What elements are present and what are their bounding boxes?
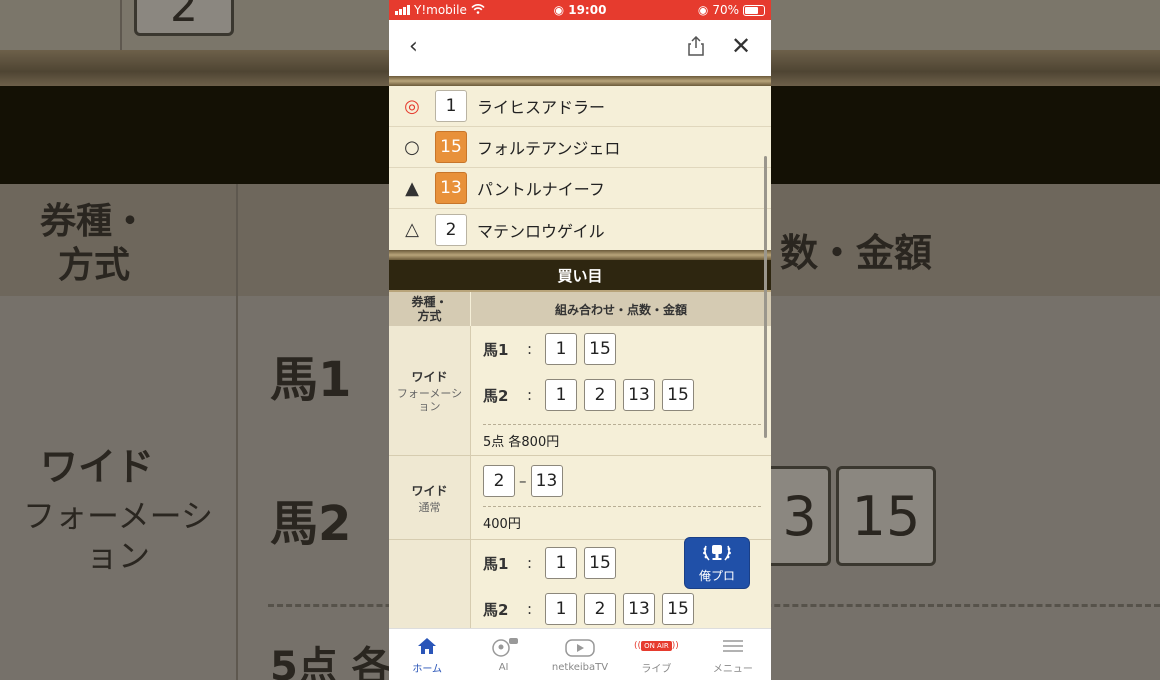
horse-number: 13 [435,172,467,204]
table-row: ワイド フォーメーシ ョン 馬1 : 1 15 馬2 : 1 2 13 15 5… [389,326,771,456]
number-box: 2 [584,379,616,411]
hamburger-icon [722,634,744,658]
divider [389,250,771,260]
kaime-title: 買い目 [389,260,771,292]
number-box: 2 [483,465,515,497]
circle-mark: ○ [404,136,420,158]
triangle-mark: ▲ [405,177,419,199]
ai-head-icon [489,636,519,660]
number-box: 2 [584,593,616,625]
tab-netkeibatv[interactable]: netkeibaTV [542,629,618,680]
kaime-table: ワイド フォーメーシ ョン 馬1 : 1 15 馬2 : 1 2 13 15 5… [389,326,771,650]
tab-ai[interactable]: AI [465,629,541,680]
horse2-line: 馬2 : 1 2 13 15 [483,372,761,418]
phone-screen: Y!mobile ◉ 19:00 ◉ 70% ‹ ✕ ◎ 1 ライヒスアドラー … [389,0,771,680]
alarm-icon: ◉ [553,3,569,17]
play-icon [565,636,595,660]
bg-bet-type: ワイド [40,445,155,489]
close-icon[interactable]: ✕ [731,32,751,60]
tab-menu[interactable]: メニュー [695,629,771,680]
number-box: 1 [545,333,577,365]
number-box: 13 [530,465,563,497]
number-box: 15 [662,593,694,625]
horse-row: ◎ 1 ライヒスアドラー [389,86,771,127]
tab-home[interactable]: ホーム [389,629,465,680]
home-icon [417,634,437,658]
double-circle-mark: ◎ [404,95,420,117]
bg-header-col2: 数・金額 [780,231,933,275]
number-box: 1 [545,593,577,625]
tab-live[interactable]: ((ON AIR)) ライブ [618,629,694,680]
number-box: 1 [545,379,577,411]
bg-header-col1: 券種・ 方式 [40,201,149,286]
horse-name[interactable]: マテンロウゲイル [477,218,605,242]
tab-bar: ホーム AI netkeibaTV ((ON AIR)) ライブ メニュー [389,628,771,680]
kaime-table-header: 券種・ 方式 組み合わせ・点数・金額 [389,292,771,326]
clock: ◉ 19:00 [553,3,607,17]
horse-number: 15 [435,131,467,163]
horse-name[interactable]: パントルナイーフ [477,176,605,200]
bet-type: ワイド [411,483,448,498]
col-combo-header: 組み合わせ・点数・金額 [554,302,687,317]
combo-line: 2 – 13 [483,456,761,506]
horse2-line: 馬2 : 1 2 13 15 [483,586,761,632]
horse-number: 1 [435,90,467,122]
bet-amount: 5点 各800円 [483,424,761,456]
horse-row: △ 2 マテンロウゲイル [389,209,771,250]
orepro-button[interactable]: 俺プロ [684,537,750,589]
bg-horse1-label: 馬1 [270,352,352,408]
horse-row: ▲ 13 パントルナイーフ [389,168,771,209]
laurel-trophy-icon [700,542,734,567]
table-row: ワイド 通常 2 – 13 400円 [389,456,771,540]
scrollbar[interactable] [764,156,767,438]
bg-amount: 5点 各 [270,644,392,680]
bg-horse2-label: 馬2 [270,496,352,552]
number-box: 1 [545,547,577,579]
bet-amount: 400円 [483,506,761,538]
share-icon[interactable] [687,35,705,60]
open-triangle-mark: △ [405,219,419,240]
bet-method: フォーメーシ ョン [396,387,463,413]
back-icon[interactable]: ‹ [409,34,418,59]
bet-method: 通常 [418,500,441,514]
nav-bar: ‹ ✕ [389,20,771,76]
on-air-icon: ((ON AIR)) [634,641,679,651]
orepro-label: 俺プロ [698,569,735,583]
bg-box-b: 15 [836,466,936,566]
horse-row: ○ 15 フォルテアンジェロ [389,127,771,168]
horse-name[interactable]: ライヒスアドラー [477,94,605,118]
bet-type: ワイド [411,370,448,384]
number-box: 15 [584,547,616,579]
screen: 2 券種・ 方式 数・金額 馬1 馬2 ワイド フォーメーシ ョン 3 15 5… [0,0,1160,680]
bg-top-box: 2 [134,0,234,36]
divider [389,76,771,86]
number-box: 13 [623,379,655,411]
number-box: 13 [623,593,655,625]
horse-list: ◎ 1 ライヒスアドラー ○ 15 フォルテアンジェロ ▲ 13 パントルナイー… [389,86,771,250]
horse-number: 2 [435,213,467,246]
number-box: 15 [662,379,694,411]
horse-name[interactable]: フォルテアンジェロ [477,135,620,159]
col-type-header: 券種・ 方式 [389,292,471,326]
horse1-line: 馬1 : 1 15 [483,326,761,372]
bg-method: フォーメーシ ョン [22,497,214,575]
status-bar: Y!mobile ◉ 19:00 ◉ 70% [389,0,771,20]
bg-box-a: 3 [771,466,831,566]
number-box: 15 [584,333,616,365]
battery-icon [743,4,765,16]
